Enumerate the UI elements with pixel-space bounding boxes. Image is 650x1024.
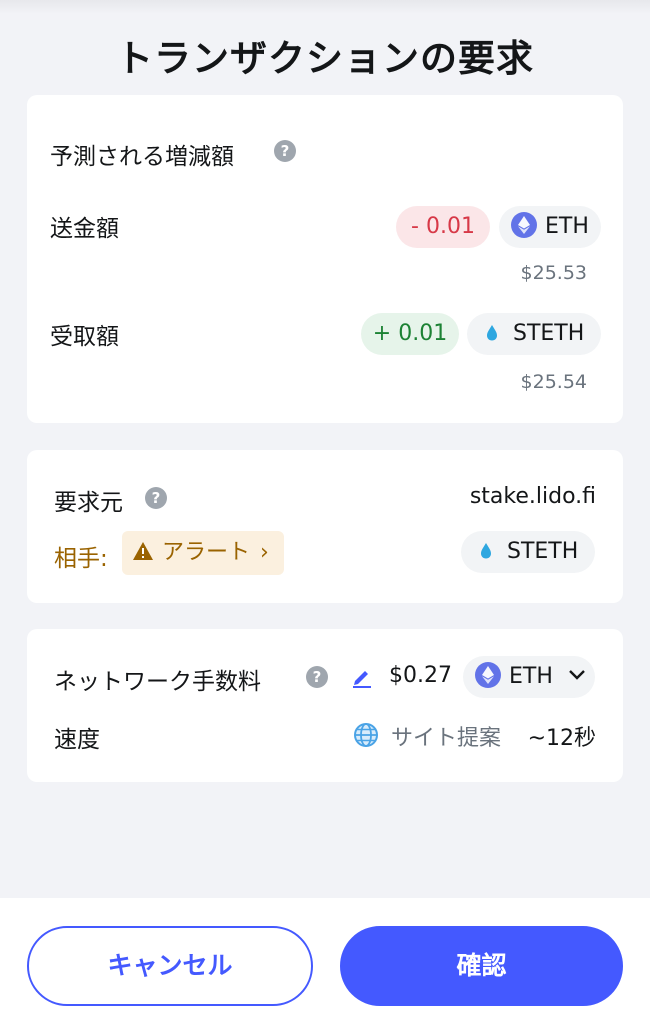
send-label: 送金額 <box>50 216 119 242</box>
footer-bar: キャンセル 確認 <box>0 898 650 1024</box>
counterparty-label: 相手: <box>54 546 108 572</box>
send-amount-badge: - 0.01 <box>396 206 490 248</box>
steth-icon <box>479 319 505 345</box>
globe-icon <box>354 723 378 747</box>
network-fee-label: ネットワーク手数料 <box>54 669 261 695</box>
send-usd-value: $25.53 <box>520 262 587 284</box>
help-icon[interactable]: ? <box>274 140 296 162</box>
receive-token-name: STETH <box>513 321 585 346</box>
request-origin-label: 要求元 <box>54 490 123 516</box>
send-token-pill[interactable]: ETH <box>499 206 601 248</box>
transaction-request-screen: トランザクションの要求 予測される増減額 ? 送金額 - 0.01 ETH $2… <box>0 0 650 1024</box>
chevron-down-icon <box>569 670 585 680</box>
warning-icon <box>133 542 153 560</box>
help-icon[interactable]: ? <box>145 487 167 509</box>
chevron-right-icon: › <box>260 540 269 565</box>
send-token-name: ETH <box>545 214 589 239</box>
alert-badge[interactable]: アラート › <box>122 531 284 575</box>
eth-icon <box>511 212 537 238</box>
request-origin-url: stake.lido.fi <box>469 484 596 509</box>
receive-usd-value: $25.54 <box>520 371 587 393</box>
page-title: トランザクションの要求 <box>116 37 534 80</box>
counterparty-token-pill[interactable]: STETH <box>461 531 595 573</box>
network-fee-card: ネットワーク手数料 ? $0.27 ETH 速度 サイト提案 ~12秒 <box>27 629 623 782</box>
receive-amount-badge: + 0.01 <box>361 313 459 355</box>
counterparty-token-name: STETH <box>507 539 579 564</box>
eth-icon <box>475 662 501 688</box>
steth-icon <box>473 537 499 563</box>
top-edge <box>0 0 650 14</box>
help-icon[interactable]: ? <box>306 666 328 688</box>
receive-token-pill[interactable]: STETH <box>467 313 601 355</box>
speed-time: ~12秒 <box>527 726 596 751</box>
estimated-changes-title: 予測される増減額 <box>50 144 234 170</box>
request-origin-card: 要求元 ? stake.lido.fi 相手: アラート › STETH <box>27 450 623 603</box>
network-fee-amount: $0.27 <box>389 663 452 688</box>
cancel-button[interactable]: キャンセル <box>27 926 313 1006</box>
alert-badge-label: アラート <box>162 540 251 565</box>
receive-label: 受取額 <box>50 324 119 350</box>
fee-token-name: ETH <box>509 664 553 689</box>
estimated-changes-card: 予測される増減額 ? 送金額 - 0.01 ETH $25.53 受取額 + 0… <box>27 95 623 423</box>
speed-value: サイト提案 <box>391 726 502 751</box>
speed-label: 速度 <box>54 727 100 753</box>
confirm-button[interactable]: 確認 <box>340 926 623 1006</box>
fee-token-selector[interactable]: ETH <box>463 656 595 698</box>
edit-icon[interactable] <box>350 665 374 689</box>
